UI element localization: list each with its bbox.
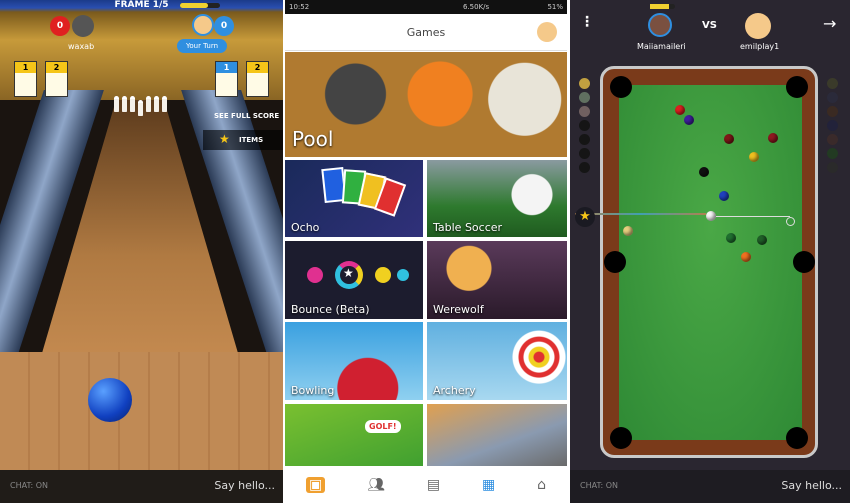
player1-avatar [648, 13, 672, 37]
alley-backdrop [0, 0, 283, 100]
pool-chat-bar[interactable]: CHAT: ON Say hello... [570, 470, 850, 503]
game-tile-archery[interactable]: Archery [427, 322, 567, 400]
chat-input[interactable]: Say hello... [781, 479, 842, 492]
ball [726, 233, 736, 243]
eight-ball [699, 167, 709, 177]
status-battery: 51% [547, 3, 563, 11]
player1-frame-2: 2 [45, 61, 68, 97]
bowling-game-panel[interactable]: FRAME 1/5 0 waxab 0 Your Turn 1 2 1 2 SE… [0, 0, 283, 503]
timer-bar [650, 4, 675, 9]
player2-frame-1: 1 [215, 61, 238, 97]
arrow-right-icon[interactable]: → [823, 14, 836, 33]
bottom-nav: ▣ 👥︎ ▤ ▦ ⌂ [285, 466, 567, 503]
ball [675, 105, 685, 115]
pin [138, 100, 143, 116]
home-icon[interactable]: ⌂ [537, 477, 546, 493]
pocket [610, 427, 632, 449]
status-bar: 10:52 6.50K/s 51% [285, 0, 567, 14]
game-tile-bounce[interactable]: ★ Bounce (Beta) [285, 241, 423, 319]
ball [719, 191, 729, 201]
game-tile-bowling[interactable]: Bowling [285, 322, 423, 400]
games-list-panel: 10:52 6.50K/s 51% Games Pool Ocho Table … [285, 0, 567, 503]
player1-ball-rack [579, 78, 590, 173]
pin [114, 96, 119, 112]
profile-avatar[interactable] [537, 22, 557, 42]
game-tile-ocho[interactable]: Ocho [285, 160, 423, 237]
games-icon[interactable]: ▦ [482, 477, 495, 493]
game-tile-pool[interactable]: Pool [285, 52, 567, 157]
player1-name: waxab [68, 42, 95, 51]
header: Games [285, 14, 567, 51]
treasure-chest-icon[interactable]: ▣ [305, 476, 326, 493]
player1-frame-1: 1 [14, 61, 37, 97]
page-title: Games [406, 26, 446, 39]
pin [130, 96, 135, 112]
player1-score: 0 [50, 16, 70, 36]
chat-status[interactable]: CHAT: ON [10, 481, 48, 490]
player1-avatar [72, 15, 94, 37]
pin [154, 96, 159, 112]
star-icon: ★ [219, 132, 230, 146]
player2-score: 0 [214, 16, 234, 36]
items-button[interactable]: ★ ITEMS [203, 130, 283, 150]
chat-input[interactable]: Say hello... [214, 479, 275, 492]
pin [146, 96, 151, 112]
status-time: 10:52 [289, 3, 310, 11]
more-menu-icon[interactable]: ⋮ [580, 14, 594, 30]
player1-name: Maiiamaileri [637, 42, 686, 51]
pocket [786, 76, 808, 98]
star-icon[interactable]: ★ [575, 207, 595, 227]
player2-frame-2: 2 [246, 61, 269, 97]
pin [122, 96, 127, 112]
game-tile-table-soccer[interactable]: Table Soccer [427, 160, 567, 237]
lane-approach [0, 352, 283, 470]
chat-icon[interactable]: ▤ [427, 477, 440, 493]
player2-avatar [192, 14, 214, 36]
chat-bar[interactable]: CHAT: ON Say hello... [0, 470, 283, 503]
aim-line [716, 216, 790, 217]
player2-ball-rack [827, 78, 838, 173]
pocket [793, 251, 815, 273]
power-bar [180, 3, 220, 8]
ball [741, 252, 751, 262]
friends-icon[interactable]: 👥︎ [367, 477, 385, 493]
player2-name: emilplay1 [740, 42, 780, 51]
ball [749, 152, 759, 162]
ball [623, 226, 633, 236]
game-tile-city[interactable] [427, 404, 567, 466]
ball [768, 133, 778, 143]
your-turn-badge: Your Turn [177, 39, 228, 53]
vs-label: VS [702, 20, 717, 31]
bowling-ball[interactable] [88, 378, 132, 422]
ball [724, 134, 734, 144]
pocket [786, 427, 808, 449]
chat-status[interactable]: CHAT: ON [580, 481, 618, 490]
pocket [610, 76, 632, 98]
pin [162, 96, 167, 112]
ball [684, 115, 694, 125]
aim-target [786, 217, 795, 226]
game-tile-werewolf[interactable]: Werewolf [427, 241, 567, 319]
cue-ball[interactable] [706, 211, 716, 221]
status-network: 6.50K/s [463, 3, 490, 11]
see-full-score-button[interactable]: SEE FULL SCORE [214, 112, 279, 120]
frame-counter: FRAME 1/5 [114, 0, 169, 10]
game-tile-golf[interactable]: GOLF! [285, 404, 423, 466]
pocket [604, 251, 626, 273]
ball [757, 235, 767, 245]
player2-avatar [745, 13, 771, 39]
